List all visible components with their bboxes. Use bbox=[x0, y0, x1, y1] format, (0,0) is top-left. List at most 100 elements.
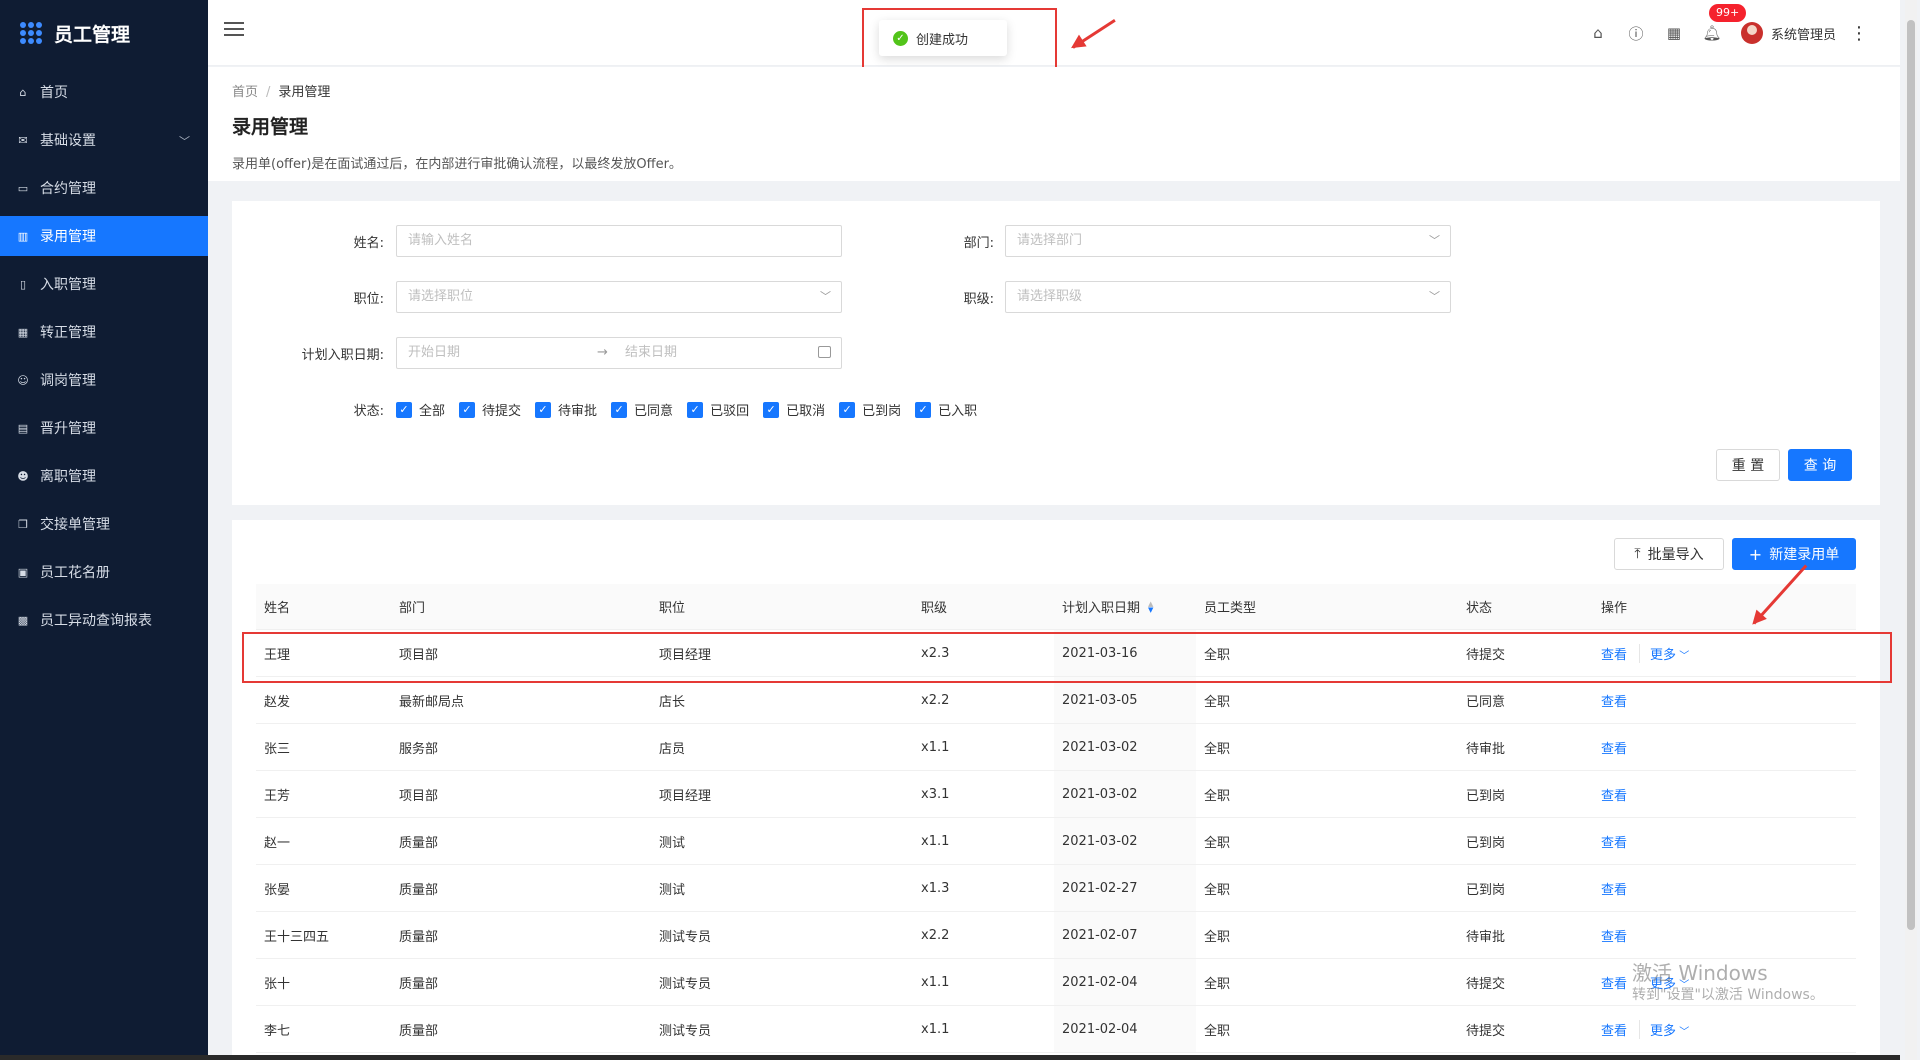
batch-import-label: 批量导入 bbox=[1647, 547, 1704, 563]
checkbox-checked-icon[interactable]: ✓ bbox=[535, 401, 552, 418]
table-row[interactable]: 张十 质量部 测试专员 x1.1 2021-02-04 全职 待提交 查看 更多 ﹀ bbox=[256, 959, 1856, 1006]
view-link[interactable]: 查看 bbox=[1601, 973, 1627, 992]
user-leave-icon: ☻ bbox=[17, 469, 29, 483]
cell-level: x3.1 bbox=[921, 786, 950, 802]
sidebar-item-6[interactable]: ☺ 调岗管理 bbox=[0, 360, 208, 400]
username[interactable]: 系统管理员 bbox=[1771, 24, 1836, 43]
view-link[interactable]: 查看 bbox=[1601, 879, 1627, 898]
table-row[interactable]: 张三 服务部 店员 x1.1 2021-03-02 全职 待审批 查看 bbox=[256, 724, 1856, 771]
table-row[interactable]: 张晏 质量部 测试 x1.3 2021-02-27 全职 已到岗 查看 bbox=[256, 865, 1856, 912]
sidebar-item-10[interactable]: ▣ 员工花名册 bbox=[0, 552, 208, 592]
sidebar-item-label: 晋升管理 bbox=[40, 421, 96, 437]
menu-collapse-icon[interactable] bbox=[224, 22, 244, 42]
table-row[interactable]: 赵发 最新邮局点 店长 x2.2 2021-03-05 全职 已同意 查看 bbox=[256, 677, 1856, 724]
status-checkbox-3[interactable]: ✓ 已同意 bbox=[611, 400, 673, 419]
checkbox-checked-icon[interactable]: ✓ bbox=[687, 401, 704, 418]
col-date-label: 计划入职日期 bbox=[1062, 601, 1141, 616]
view-link[interactable]: 查看 bbox=[1601, 926, 1627, 945]
sidebar-item-label: 基础设置 bbox=[40, 133, 96, 149]
batch-import-button[interactable]: ⤒ 批量导入 bbox=[1614, 538, 1724, 570]
status-checkbox-0[interactable]: ✓ 全部 bbox=[396, 400, 445, 419]
sidebar-item-4[interactable]: ▯ 入职管理 bbox=[0, 264, 208, 304]
dept-select[interactable]: 请选择部门 ﹀ bbox=[1005, 225, 1451, 257]
sidebar-item-3[interactable]: ▥ 录用管理 bbox=[0, 216, 208, 256]
status-checkbox-5[interactable]: ✓ 已取消 bbox=[763, 400, 825, 419]
help-icon[interactable]: ⓘ bbox=[1617, 23, 1655, 44]
status-checkbox-1[interactable]: ✓ 待提交 bbox=[459, 400, 521, 419]
checkbox-checked-icon[interactable]: ✓ bbox=[839, 401, 856, 418]
table-row[interactable]: 王十三四五 质量部 测试专员 x2.2 2021-02-07 全职 待审批 查看 bbox=[256, 912, 1856, 959]
cell-position: 测试专员 bbox=[659, 976, 712, 992]
position-select[interactable]: 请选择职位 ﹀ bbox=[396, 281, 842, 313]
name-input[interactable]: 请输入姓名 bbox=[396, 225, 842, 257]
table-body: 王理 项目部 项目经理 x2.3 2021-03-16 全职 待提交 查看 更多 ﹀ 赵发 最新邮局… bbox=[256, 630, 1856, 1053]
checkbox-checked-icon[interactable]: ✓ bbox=[611, 401, 628, 418]
bell-icon[interactable]: 🔔︎ 99+ bbox=[1693, 4, 1747, 42]
checkbox-checked-icon[interactable]: ✓ bbox=[396, 401, 412, 418]
reset-button[interactable]: 重 置 bbox=[1716, 449, 1780, 481]
new-offer-button[interactable]: + 新建录用单 bbox=[1732, 538, 1856, 570]
status-checkbox-2[interactable]: ✓ 待审批 bbox=[535, 400, 597, 419]
checkbox-checked-icon[interactable]: ✓ bbox=[915, 401, 932, 418]
app-logo[interactable]: 员工管理 bbox=[0, 0, 208, 66]
status-checkbox-label: 已驳回 bbox=[710, 404, 750, 419]
view-link[interactable]: 查看 bbox=[1601, 738, 1627, 757]
chevron-down-icon: ﹀ bbox=[1676, 1026, 1690, 1038]
cell-name: 赵发 bbox=[264, 694, 291, 710]
table-row[interactable]: 李七 质量部 测试专员 x1.1 2021-02-04 全职 待提交 查看 更多 ﹀ bbox=[256, 1006, 1856, 1053]
name-placeholder: 请输入姓名 bbox=[408, 233, 474, 248]
level-select[interactable]: 请选择职级 ﹀ bbox=[1005, 281, 1451, 313]
more-dropdown[interactable]: 更多 ﹀ bbox=[1639, 1019, 1690, 1039]
book-icon: ▯ bbox=[19, 277, 27, 291]
sidebar-item-7[interactable]: ▤ 晋升管理 bbox=[0, 408, 208, 448]
view-link[interactable]: 查看 bbox=[1601, 832, 1627, 851]
more-vertical-icon[interactable]: ⋮ bbox=[1850, 23, 1868, 44]
annotation-box-new-row bbox=[242, 632, 1892, 683]
filter-panel: 姓名: 请输入姓名 部门: 请选择部门 ﹀ 职位: 请选择职位 ﹀ 职级: 请选… bbox=[232, 201, 1880, 505]
col-date[interactable]: 计划入职日期 ▲ ▼ bbox=[1054, 584, 1196, 629]
sidebar-item-11[interactable]: ▩ 员工异动查询报表 bbox=[0, 600, 208, 640]
checkbox-checked-icon[interactable]: ✓ bbox=[459, 401, 476, 418]
view-link[interactable]: 查看 bbox=[1601, 691, 1627, 710]
cell-type: 全职 bbox=[1204, 694, 1231, 710]
apps-icon[interactable]: ▦ bbox=[1655, 24, 1693, 42]
sidebar-item-1[interactable]: ✉ 基础设置 ﹀ bbox=[0, 120, 208, 160]
checkbox-checked-icon[interactable]: ✓ bbox=[763, 401, 780, 418]
notification-badge: 99+ bbox=[1708, 4, 1747, 22]
date-label: 计划入职日期: bbox=[301, 348, 384, 363]
cell-dept: 质量部 bbox=[399, 929, 439, 945]
breadcrumb-home[interactable]: 首页 bbox=[232, 85, 258, 100]
cell-date: 2021-03-05 bbox=[1054, 677, 1196, 723]
page-header: 首页 / 录用管理 录用管理 录用单(offer)是在面试通过后，在内部进行审批确认… bbox=[208, 67, 1900, 181]
sidebar-item-label: 交接单管理 bbox=[40, 517, 110, 533]
table-row[interactable]: 王芳 项目部 项目经理 x3.1 2021-03-02 全职 已到岗 查看 bbox=[256, 771, 1856, 818]
cell-level: x1.1 bbox=[921, 1021, 950, 1037]
status-checkbox-4[interactable]: ✓ 已驳回 bbox=[687, 400, 749, 419]
sidebar-item-8[interactable]: ☻ 离职管理 bbox=[0, 456, 208, 496]
vertical-scrollbar[interactable] bbox=[1905, 0, 1917, 1060]
search-button[interactable]: 查 询 bbox=[1788, 449, 1852, 481]
scrollbar-thumb[interactable] bbox=[1907, 20, 1915, 930]
date-start-placeholder[interactable]: 开始日期 bbox=[408, 345, 460, 360]
cell-date: 2021-02-27 bbox=[1054, 865, 1196, 911]
plus-icon: + bbox=[1748, 544, 1763, 564]
status-checkbox-6[interactable]: ✓ 已到岗 bbox=[839, 400, 901, 419]
calendar-icon bbox=[818, 346, 831, 358]
cell-date: 2021-03-02 bbox=[1054, 771, 1196, 817]
view-link[interactable]: 查看 bbox=[1601, 785, 1627, 804]
status-label: 状态: bbox=[353, 404, 384, 419]
sidebar-item-label: 调岗管理 bbox=[40, 373, 96, 389]
col-dept: 部门 bbox=[399, 601, 426, 616]
sort-icon[interactable]: ▲ ▼ bbox=[1148, 600, 1153, 613]
sidebar-item-2[interactable]: ▭ 合约管理 bbox=[0, 168, 208, 208]
date-range-picker[interactable]: 开始日期 → 结束日期 bbox=[396, 337, 842, 369]
table-row[interactable]: 赵一 质量部 测试 x1.1 2021-03-02 全职 已到岗 查看 bbox=[256, 818, 1856, 865]
avatar[interactable] bbox=[1740, 22, 1763, 44]
date-end-placeholder[interactable]: 结束日期 bbox=[625, 338, 677, 368]
sidebar-item-5[interactable]: ▦ 转正管理 bbox=[0, 312, 208, 352]
view-link[interactable]: 查看 bbox=[1601, 1020, 1627, 1039]
sidebar-item-9[interactable]: ❐ 交接单管理 bbox=[0, 504, 208, 544]
status-checkbox-7[interactable]: ✓ 已入职 bbox=[915, 400, 977, 419]
home-icon[interactable]: ⌂ bbox=[1579, 24, 1617, 42]
sidebar-item-0[interactable]: ⌂ 首页 bbox=[0, 72, 208, 112]
